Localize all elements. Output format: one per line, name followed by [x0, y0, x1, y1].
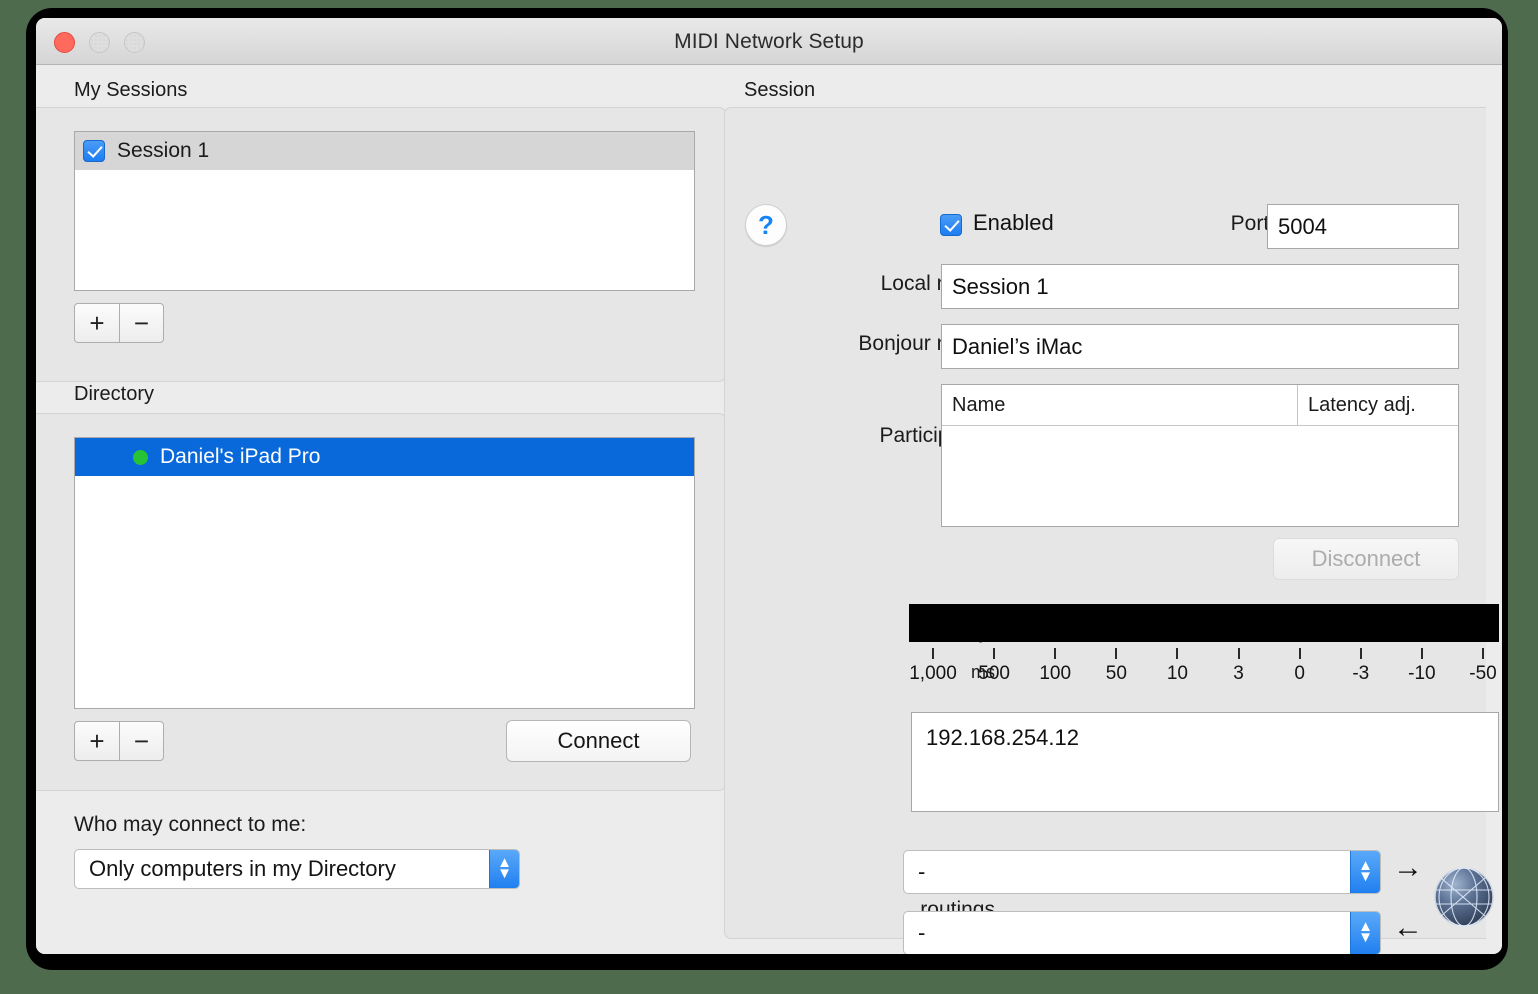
latency-tick	[1115, 648, 1118, 659]
desktop-background: MIDI Network Setup My Sessions Session 1…	[0, 0, 1538, 994]
my-sessions-groupbox: Session 1 + −	[36, 107, 726, 382]
session-name-label: Session 1	[117, 139, 210, 162]
who-may-connect-label: Who may connect to me:	[74, 813, 307, 836]
local-name-input[interactable]: Session 1	[941, 264, 1459, 309]
column-header-name: Name	[952, 393, 1006, 416]
latency-tick	[1054, 648, 1057, 659]
latency-tick	[1237, 648, 1240, 659]
latency-tick-label: 50	[1105, 663, 1127, 684]
port-label: Port:	[1230, 212, 1275, 235]
enabled-label: Enabled	[973, 210, 1054, 235]
directory-group-label: Directory	[74, 383, 155, 405]
chevron-updown-icon: ▲ ▼	[1350, 851, 1380, 893]
chevron-updown-icon: ▲ ▼	[489, 850, 519, 888]
latency-tick	[993, 648, 996, 659]
online-status-icon	[133, 449, 148, 465]
window-titlebar: MIDI Network Setup	[36, 18, 1502, 65]
column-header-latency-adj: Latency adj.	[1297, 385, 1458, 425]
live-routing-output-popup[interactable]: - ▲ ▼	[903, 850, 1381, 894]
network-globe-icon	[1434, 867, 1494, 927]
latency-tick	[1420, 648, 1423, 659]
chevron-updown-icon: ▲ ▼	[1350, 912, 1380, 954]
port-input[interactable]: 5004	[1267, 204, 1459, 249]
directory-entry-label: Daniel's iPad Pro	[160, 445, 321, 468]
list-item[interactable]: Session 1	[75, 132, 694, 170]
latency-tick	[1482, 648, 1484, 659]
my-sessions-group-label: My Sessions	[74, 79, 188, 101]
window-title: MIDI Network Setup	[674, 30, 864, 53]
session-groupbox: ? Enabled Port: 5004 Local name: Session…	[724, 107, 1499, 954]
live-routing-input-value: -	[918, 920, 926, 945]
latency-tick-label: 500	[978, 663, 1010, 684]
remove-session-button[interactable]: −	[119, 304, 163, 342]
arrow-left-icon: ←	[1393, 911, 1423, 944]
directory-list[interactable]: Daniel's iPad Pro	[74, 437, 695, 709]
latency-tick-label: 10	[1166, 663, 1189, 684]
session-enabled-checkbox[interactable]	[83, 140, 105, 162]
participants-table[interactable]: Name Latency adj.	[941, 384, 1459, 527]
window-content: My Sessions Session 1 + − Directory Dani…	[36, 65, 1502, 954]
latency-tick-label: -3	[1352, 663, 1370, 684]
enabled-checkbox[interactable]	[940, 214, 962, 236]
latency-scale: 1,000 500 100 50 10 3 0 -3 -10 -50	[909, 648, 1499, 692]
session-group-label: Session	[744, 79, 816, 101]
latency-tick	[1176, 648, 1179, 659]
live-routing-output-value: -	[918, 859, 926, 884]
midi-network-setup-window: MIDI Network Setup My Sessions Session 1…	[36, 18, 1502, 954]
latency-tick-label: 1,000	[909, 663, 957, 684]
latency-tick-label: -50	[1469, 663, 1497, 684]
latency-tick	[1359, 648, 1362, 659]
add-session-button[interactable]: +	[75, 304, 119, 342]
address-line: 192.168.254.12	[926, 725, 1079, 750]
bonjour-name-input[interactable]: Daniel’s iMac	[941, 324, 1459, 369]
list-item[interactable]: Daniel's iPad Pro	[75, 438, 694, 476]
directory-groupbox: Daniel's iPad Pro + − Connect	[36, 413, 726, 791]
latency-tick	[932, 648, 934, 659]
connect-button[interactable]: Connect	[506, 720, 691, 762]
live-routing-input-popup[interactable]: - ▲ ▼	[903, 911, 1381, 954]
address-list[interactable]: 192.168.254.12	[911, 712, 1499, 812]
remove-directory-entry-button[interactable]: −	[119, 722, 163, 760]
who-may-connect-popup[interactable]: Only computers in my Directory ▲ ▼	[74, 849, 520, 889]
latency-tick-label: 0	[1294, 663, 1305, 684]
latency-tick	[1298, 648, 1301, 659]
latency-tick-label: -10	[1408, 663, 1436, 684]
latency-meter	[909, 604, 1499, 642]
disconnect-button[interactable]: Disconnect	[1273, 538, 1459, 580]
latency-tick-label: 100	[1039, 663, 1072, 684]
directory-add-remove-control[interactable]: + −	[74, 721, 164, 761]
my-sessions-add-remove-control[interactable]: + −	[74, 303, 164, 343]
my-sessions-list[interactable]: Session 1	[74, 131, 695, 291]
who-may-connect-value: Only computers in my Directory	[89, 856, 396, 881]
add-directory-entry-button[interactable]: +	[75, 722, 119, 760]
help-button[interactable]: ?	[745, 204, 787, 246]
participants-table-header: Name Latency adj.	[942, 385, 1458, 426]
latency-tick-label: 3	[1233, 663, 1244, 684]
arrow-right-icon: →	[1393, 851, 1423, 884]
